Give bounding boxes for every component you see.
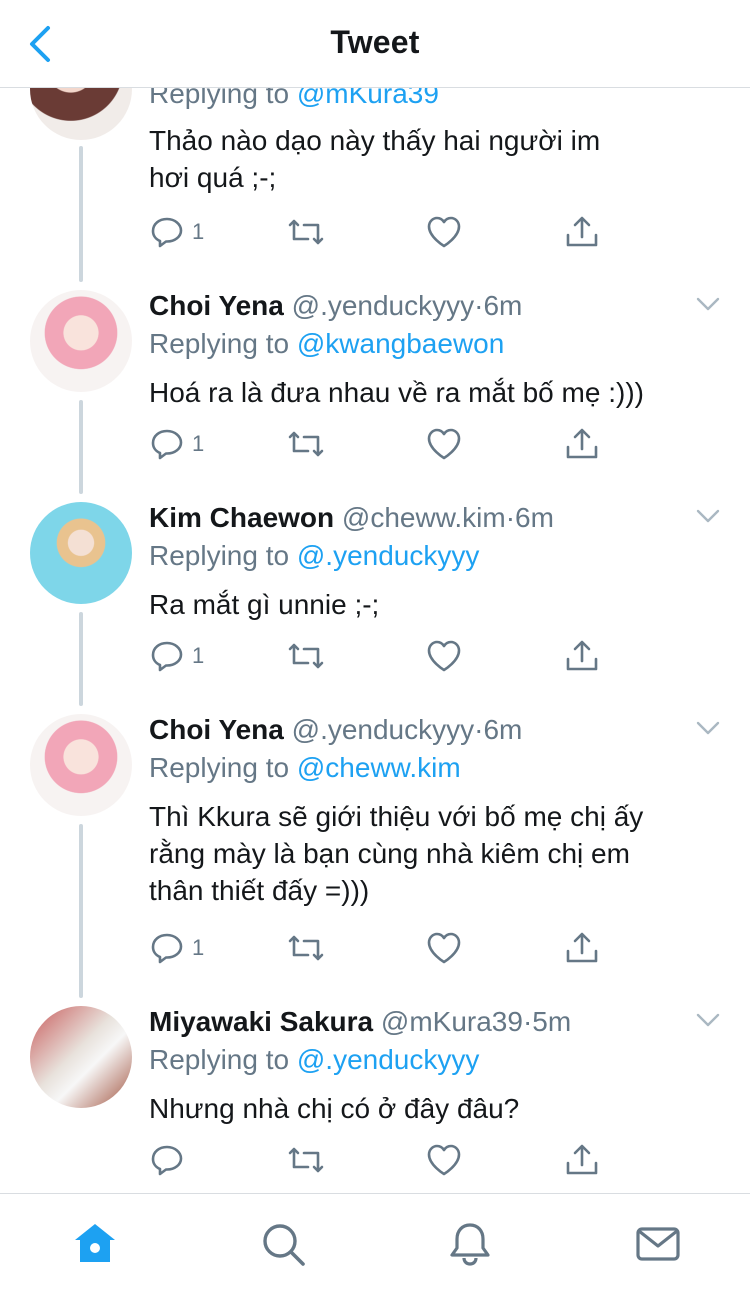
reply-button[interactable]: 1 [150,638,204,674]
share-button[interactable] [564,930,600,966]
notifications-icon[interactable] [446,1220,494,1268]
retweet-button[interactable] [286,214,326,250]
reply-count: 1 [192,219,205,244]
share-button[interactable] [564,214,600,250]
thread-line [79,400,83,494]
reply-icon [151,217,183,248]
chevron-down-icon[interactable] [696,1012,720,1028]
replying-to: Replying to @cheww.kim [149,752,461,783]
mention-link[interactable]: @.yenduckyyy [297,1044,480,1075]
chevron-down-icon[interactable] [696,720,720,736]
username[interactable]: @mKura39 [381,1006,523,1037]
timestamp[interactable]: 6m [483,290,522,321]
messages-icon[interactable] [634,1220,682,1268]
share-icon [566,428,598,459]
heart-icon [427,1144,461,1176]
retweet-icon [288,219,324,245]
tweet-text: Ra mắt gì unnie ;-; [149,589,380,620]
reply-count: 1 [192,935,205,960]
chevron-down-icon[interactable] [696,508,720,524]
retweet-icon [288,431,324,457]
retweet-icon [288,935,324,961]
like-button[interactable] [426,930,462,966]
avatar[interactable] [30,290,132,392]
like-button[interactable] [426,1142,462,1178]
share-icon [566,932,598,963]
replying-to: Replying to @.yenduckyyy [149,540,480,571]
retweet-icon [288,1147,324,1173]
reply-count: 1 [192,643,205,668]
share-button[interactable] [564,1142,600,1178]
heart-icon [427,640,461,672]
username[interactable]: @.yenduckyyy [292,290,475,321]
tweet-header: Choi Yena @.yenduckyyy·6m [149,288,522,324]
bottom-tab-bar [0,1193,750,1294]
timestamp[interactable]: 5m [532,1006,571,1037]
separator: · [522,1006,533,1037]
username[interactable]: @cheww.kim [342,502,506,533]
tweet-header: Miyawaki Sakura @mKura39·5m [149,1004,571,1040]
username[interactable]: @.yenduckyyy [292,714,475,745]
thread-line [79,824,83,998]
retweet-icon [288,643,324,669]
tweet-text: Thì Kkura sẽ giới thiệu với bố mẹ chị ấy… [149,801,644,906]
heart-icon [427,428,461,460]
page-title: Tweet [330,24,420,60]
tweet-actions: 1 [150,214,610,250]
timestamp[interactable]: 6m [515,502,554,533]
like-button[interactable] [426,638,462,674]
replying-to: Replying to @.yenduckyyy [149,1044,480,1075]
share-icon [566,640,598,671]
retweet-button[interactable] [286,426,326,462]
mention-link[interactable]: @.yenduckyyy [297,540,480,571]
home-icon[interactable] [71,1220,119,1268]
tweet-actions [150,1142,610,1178]
tweet-text: Hoá ra là đưa nhau về ra mắt bố mẹ :))) [149,377,644,408]
reply-button[interactable]: 1 [150,426,204,462]
top-header: Tweet [0,0,750,88]
thread-line [79,146,83,282]
reply-count: 1 [192,431,205,456]
share-icon [566,1144,598,1175]
display-name[interactable]: Miyawaki Sakura [149,1006,373,1037]
search-icon[interactable] [259,1220,307,1268]
share-button[interactable] [564,426,600,462]
display-name[interactable]: Kim Chaewon [149,502,334,533]
tweet-text: Thảo nào dạo này thấy hai người im hơi q… [149,125,601,193]
reply-icon [151,429,183,460]
retweet-button[interactable] [286,1142,326,1178]
heart-icon [427,932,461,964]
tweet-header: Kim Chaewon @cheww.kim·6m [149,500,554,536]
display-name[interactable]: Choi Yena [149,714,284,745]
share-icon [566,216,598,247]
tweet-actions: 1 [150,638,610,674]
avatar[interactable] [30,714,132,816]
mention-link[interactable]: @cheww.kim [297,752,461,783]
reply-icon [151,1145,183,1176]
tweet-header: Choi Yena @.yenduckyyy·6m [149,712,522,748]
tweet-text: Nhưng nhà chị có ở đây đâu? [149,1093,520,1124]
thread-line [79,612,83,706]
reply-icon [151,933,183,964]
mention-link[interactable]: @kwangbaewon [297,328,504,359]
retweet-button[interactable] [286,930,326,966]
like-button[interactable] [426,214,462,250]
heart-icon [427,216,461,248]
share-button[interactable] [564,638,600,674]
reply-button[interactable]: 1 [150,214,204,250]
avatar[interactable] [30,502,132,604]
separator: · [505,502,516,533]
chevron-down-icon[interactable] [696,296,720,312]
tweet-actions: 1 [150,930,610,966]
like-button[interactable] [426,426,462,462]
timestamp[interactable]: 6m [483,714,522,745]
avatar[interactable] [30,1006,132,1108]
reply-button[interactable] [150,1142,192,1178]
reply-button[interactable]: 1 [150,930,204,966]
replying-to: Replying to @kwangbaewon [149,328,505,359]
display-name[interactable]: Choi Yena [149,290,284,321]
reply-icon [151,641,183,672]
tweet-actions: 1 [150,426,610,462]
retweet-button[interactable] [286,638,326,674]
